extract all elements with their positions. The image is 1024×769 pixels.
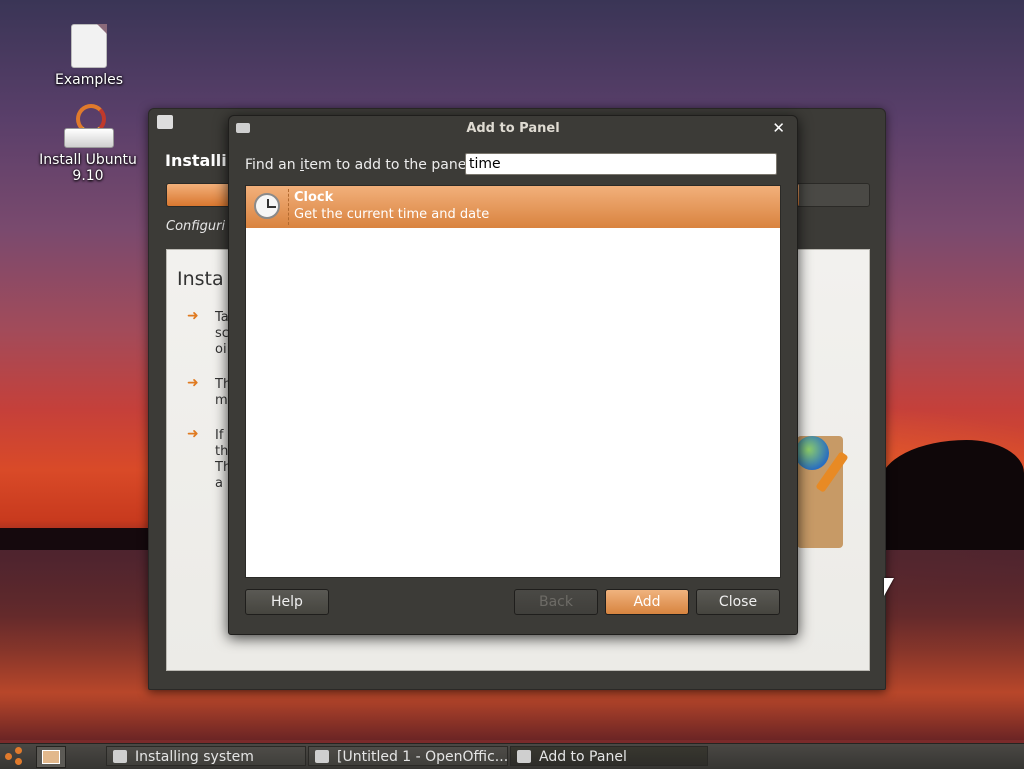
desktop-icon-examples[interactable]: Examples <box>52 24 126 88</box>
panel-item-list[interactable]: Clock Get the current time and date <box>245 185 781 578</box>
panel-window-icon <box>517 750 531 763</box>
clock-icon <box>254 193 280 219</box>
item-name: Clock <box>294 190 334 205</box>
installer-window-icon <box>113 750 127 763</box>
row-separator <box>288 189 289 225</box>
document-icon <box>71 24 107 68</box>
document-icon <box>315 750 329 763</box>
desktop-icon-label: Examples <box>54 72 124 88</box>
mouse-pointer-icon <box>884 578 894 596</box>
taskbar-item-label: [Untitled 1 - OpenOffic... <box>337 749 508 765</box>
dialog-title: Add to Panel <box>466 121 560 136</box>
slideshow-title: Insta <box>177 268 224 290</box>
taskbar-item-label: Add to Panel <box>539 749 627 765</box>
desktop-icon-label: Install Ubuntu 9.10 <box>39 152 137 184</box>
slideshow-text: Ta sc oi <box>215 310 229 357</box>
globe-icon <box>795 436 829 470</box>
tree-silhouette <box>880 440 1024 550</box>
search-input[interactable] <box>465 153 777 175</box>
taskbar-item-add-to-panel[interactable]: Add to Panel <box>510 746 708 766</box>
arrow-bullet-icon: ➜ <box>187 375 199 391</box>
installer-heading: Installi <box>165 151 227 170</box>
find-item-label: Find an item to add to the panel: <box>245 157 475 173</box>
bottom-panel: Installing system [Untitled 1 - OpenOffi… <box>0 743 1024 769</box>
show-desktop-button[interactable] <box>36 746 66 768</box>
close-button[interactable]: Close <box>696 589 780 615</box>
arrow-bullet-icon: ➜ <box>187 426 199 442</box>
installer-window-icon <box>157 115 173 129</box>
taskbar-item-label: Installing system <box>135 749 254 765</box>
close-icon[interactable]: ✕ <box>772 119 785 137</box>
ubuntu-menu-icon[interactable] <box>4 746 26 766</box>
desktop-icon-install-ubuntu[interactable]: Install Ubuntu 9.10 <box>24 104 152 184</box>
back-button[interactable]: Back <box>514 589 598 615</box>
taskbar-item-openoffice[interactable]: [Untitled 1 - OpenOffic... <box>308 746 508 766</box>
install-drive-icon <box>64 104 114 148</box>
add-button[interactable]: Add <box>605 589 689 615</box>
arrow-bullet-icon: ➜ <box>187 308 199 324</box>
desktop-icon <box>42 750 60 764</box>
add-to-panel-dialog: Add to Panel ✕ Find an item to add to th… <box>228 115 798 635</box>
list-item-clock[interactable]: Clock Get the current time and date <box>246 186 780 228</box>
taskbar-item-installing-system[interactable]: Installing system <box>106 746 306 766</box>
installer-status: Configuri <box>166 219 226 234</box>
dialog-titlebar[interactable]: Add to Panel ✕ <box>229 116 797 142</box>
item-description: Get the current time and date <box>294 207 490 222</box>
help-button[interactable]: Help <box>245 589 329 615</box>
